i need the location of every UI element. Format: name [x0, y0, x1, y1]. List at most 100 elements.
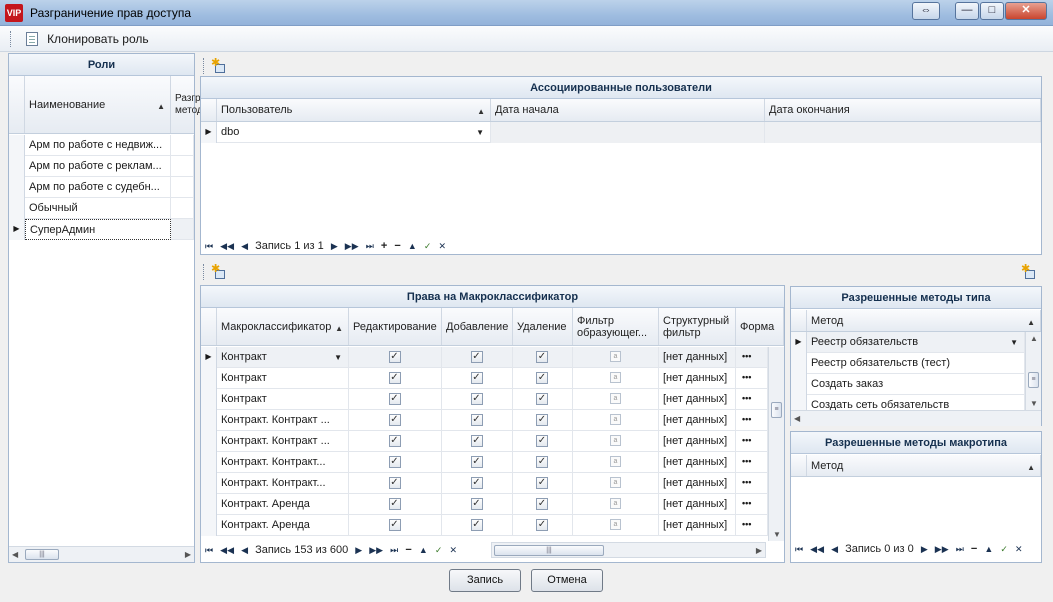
scroll-down-icon[interactable]: ▼ [1030, 399, 1038, 408]
prev-page-icon[interactable]: ◀◀ [220, 545, 234, 556]
table-row[interactable]: Арм по работе с недвиж... [9, 135, 194, 156]
add-record-icon[interactable]: ✱ [211, 57, 226, 74]
edit-checkbox[interactable]: ✓ [388, 498, 401, 510]
structural-filter-cell[interactable]: [нет данных] [659, 389, 736, 410]
restore-window-button[interactable]: ⇔ [912, 2, 940, 20]
table-row[interactable]: ▶ СуперАдмин [9, 219, 194, 240]
role-name-cell[interactable]: Арм по работе с реклам... [25, 156, 171, 177]
column-header-end-date[interactable]: Дата окончания [765, 99, 1041, 121]
column-header-method[interactable]: Метод ▲ [807, 310, 1041, 331]
clone-role-button[interactable]: Клонировать роль [22, 30, 153, 50]
add-checkbox[interactable]: ✓ [470, 414, 483, 426]
scroll-down-icon[interactable]: ▼ [773, 530, 781, 539]
apply-icon[interactable]: ✓ [424, 241, 432, 252]
table-row[interactable]: ▶ dbo ▼ [201, 122, 1041, 143]
filter-editor-icon[interactable]: a [610, 519, 621, 530]
method-cell[interactable]: Реестр обязательств (тест) [807, 353, 1025, 374]
structural-filter-cell[interactable]: [нет данных] [659, 410, 736, 431]
ellipsis-icon[interactable]: ••• [742, 410, 751, 429]
method-cell[interactable]: Создать заказ [807, 374, 1025, 395]
cancel-edit-icon[interactable]: ✕ [1015, 544, 1023, 555]
macroclassifier-cell[interactable]: Контракт. Контракт ... [217, 431, 349, 452]
table-row[interactable]: Контракт. Аренда ✓ ✓ ✓ a [нет данных] ••• [201, 494, 768, 515]
rights-horizontal-scrollbar[interactable]: ||| ▶ [491, 542, 766, 558]
table-row[interactable]: Контракт ✓ ✓ ✓ a [нет данных] ••• [201, 389, 768, 410]
add-icon[interactable]: + [381, 240, 387, 252]
next-page-icon[interactable]: ▶▶ [935, 544, 949, 555]
type-methods-horizontal-scrollbar[interactable]: ◀ [791, 410, 1041, 426]
dropdown-arrow-icon[interactable]: ▼ [476, 123, 484, 143]
move-up-icon[interactable]: ▲ [408, 241, 417, 251]
roles-horizontal-scrollbar[interactable]: ◀ ||| ▶ [9, 546, 194, 562]
first-record-icon[interactable]: ⏮ [205, 545, 213, 556]
delete-checkbox[interactable]: ✓ [536, 351, 548, 363]
macroclassifier-cell[interactable]: Контракт. Контракт... [217, 452, 349, 473]
add-checkbox[interactable]: ✓ [470, 393, 483, 405]
next-record-icon[interactable]: ▶ [921, 544, 928, 555]
filter-editor-icon[interactable]: a [610, 456, 621, 467]
table-row[interactable]: Арм по работе с реклам... [9, 156, 194, 177]
add-checkbox[interactable]: ✓ [470, 498, 483, 510]
scroll-thumb[interactable]: ≡ [1028, 372, 1039, 388]
filter-editor-icon[interactable]: a [610, 414, 621, 425]
column-header-user[interactable]: Пользователь ▲ [217, 99, 491, 121]
add-checkbox[interactable]: ✓ [470, 351, 483, 363]
structural-filter-cell[interactable]: [нет данных] [659, 452, 736, 473]
column-header-filter[interactable]: Фильтр образующег... [573, 308, 659, 345]
column-header-form[interactable]: Форма [736, 308, 784, 345]
edit-checkbox[interactable]: ✓ [388, 393, 401, 405]
structural-filter-cell[interactable]: [нет данных] [659, 473, 736, 494]
role-name-cell[interactable]: Арм по работе с судебн... [25, 177, 171, 198]
role-methods-cell[interactable] [171, 198, 194, 219]
remove-icon[interactable]: − [394, 240, 400, 252]
apply-icon[interactable]: ✓ [1000, 544, 1008, 555]
prev-page-icon[interactable]: ◀◀ [810, 544, 824, 555]
add-checkbox[interactable]: ✓ [470, 372, 483, 384]
ellipsis-icon[interactable]: ••• [742, 494, 751, 513]
ellipsis-icon[interactable]: ••• [742, 452, 751, 471]
start-date-cell[interactable] [491, 122, 765, 143]
structural-filter-cell[interactable]: [нет данных] [659, 515, 736, 536]
last-record-icon[interactable]: ⏭ [390, 545, 398, 556]
scroll-thumb[interactable]: ||| [25, 549, 59, 560]
cancel-edit-icon[interactable]: ✕ [438, 241, 446, 252]
dropdown-arrow-icon[interactable]: ▼ [1010, 333, 1018, 353]
delete-checkbox[interactable]: ✓ [536, 498, 548, 510]
filter-editor-icon[interactable]: a [610, 435, 621, 446]
delete-checkbox[interactable]: ✓ [536, 372, 548, 384]
scroll-left-icon[interactable]: ◀ [12, 550, 18, 559]
macroclassifier-cell[interactable]: Контракт. Контракт... [217, 473, 349, 494]
scroll-thumb[interactable]: ≡ [771, 402, 782, 418]
first-record-icon[interactable]: ⏮ [205, 241, 213, 252]
delete-checkbox[interactable]: ✓ [536, 477, 548, 489]
scroll-right-icon[interactable]: ▶ [756, 546, 762, 555]
toolbar-grip[interactable] [10, 31, 13, 47]
macroclassifier-cell[interactable]: Контракт. Контракт ... [217, 410, 349, 431]
user-cell[interactable]: dbo ▼ [217, 122, 491, 143]
role-name-cell[interactable]: СуперАдмин [25, 219, 171, 240]
table-row[interactable]: Обычный [9, 198, 194, 219]
delete-checkbox[interactable]: ✓ [536, 393, 548, 405]
edit-checkbox[interactable]: ✓ [388, 477, 401, 489]
filter-editor-icon[interactable]: a [610, 477, 621, 488]
ellipsis-icon[interactable]: ••• [742, 368, 751, 387]
macroclassifier-cell[interactable]: Контракт ▼ [217, 347, 349, 368]
column-header-add[interactable]: Добавление [442, 308, 513, 345]
table-row[interactable]: ▶ Контракт ▼ ✓ ✓ ✓ a [нет данных] ••• [201, 347, 768, 368]
end-date-cell[interactable] [765, 122, 1041, 143]
column-header-delete[interactable]: Удаление [513, 308, 573, 345]
delete-checkbox[interactable]: ✓ [536, 414, 548, 426]
table-row[interactable]: Контракт. Контракт... ✓ ✓ ✓ a [нет данных] ••• [201, 452, 768, 473]
edit-checkbox[interactable]: ✓ [388, 372, 401, 384]
cancel-edit-icon[interactable]: ✕ [449, 545, 457, 556]
filter-editor-icon[interactable]: a [610, 351, 621, 362]
next-page-icon[interactable]: ▶▶ [345, 241, 359, 252]
remove-icon[interactable]: − [971, 543, 977, 555]
toolbar-grip[interactable] [203, 264, 206, 280]
prev-record-icon[interactable]: ◀ [831, 544, 838, 555]
macroclassifier-cell[interactable]: Контракт. Аренда [217, 494, 349, 515]
structural-filter-cell[interactable]: [нет данных] [659, 431, 736, 452]
type-methods-vertical-scrollbar[interactable]: ▲ ≡ ▼ [1025, 332, 1041, 410]
last-record-icon[interactable]: ⏭ [956, 544, 964, 555]
close-button[interactable]: ✕ [1005, 2, 1047, 20]
